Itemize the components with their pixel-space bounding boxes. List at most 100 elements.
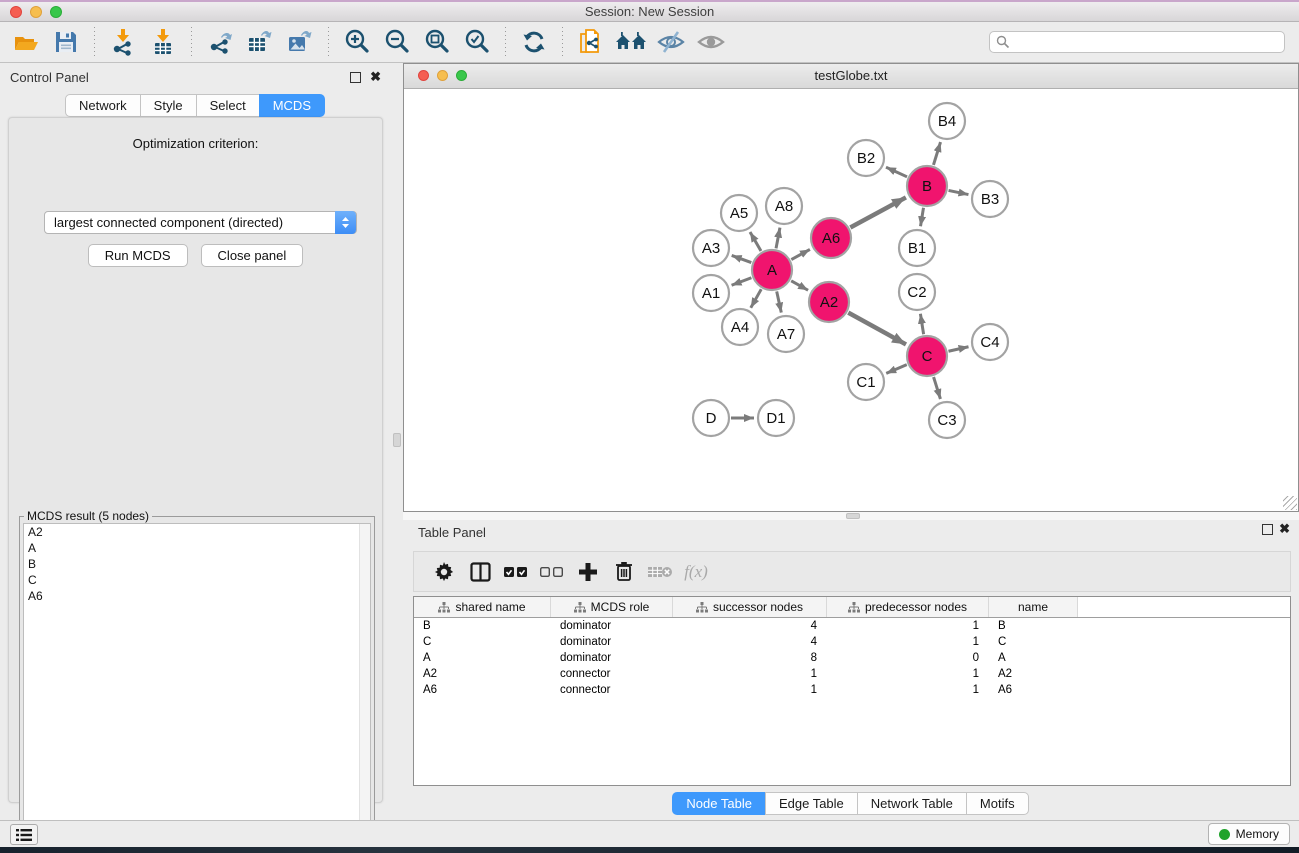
table-cell[interactable]: 1	[673, 668, 827, 680]
node-table[interactable]: shared name MCDS role successor nodes	[413, 596, 1291, 786]
graph-node-A1[interactable]: A1	[693, 275, 729, 311]
run-mcds-button[interactable]: Run MCDS	[88, 244, 188, 267]
table-row[interactable]: A2connector11A2	[414, 666, 1290, 682]
table-cell[interactable]: dominator	[551, 636, 673, 648]
graph-node-B1[interactable]: B1	[899, 230, 935, 266]
network-graph[interactable]: B4B2BB3A8A5A6B1A3AC2A1A2A4A7C4CC1C3DD1	[404, 89, 1298, 511]
result-item[interactable]: C	[24, 572, 370, 588]
graph-edge[interactable]	[777, 291, 782, 312]
graph-node-C1[interactable]: C1	[848, 364, 884, 400]
table-cell[interactable]: A	[414, 652, 551, 664]
result-item[interactable]: A2	[24, 524, 370, 540]
graph-edge[interactable]	[732, 255, 752, 262]
table-cell[interactable]: dominator	[551, 620, 673, 632]
optimization-criterion-select[interactable]: largest connected component (directed)	[44, 211, 357, 234]
result-scrollbar[interactable]	[359, 524, 370, 847]
tab-select[interactable]: Select	[196, 94, 260, 117]
function-builder-button[interactable]: f(x)	[678, 555, 714, 589]
table-cell[interactable]: A6	[414, 684, 551, 696]
network-window-titlebar[interactable]: testGlobe.txt	[404, 64, 1298, 89]
table-cell[interactable]: 8	[673, 652, 827, 664]
graph-node-C4[interactable]: C4	[972, 324, 1008, 360]
close-table-panel-icon[interactable]: ✖	[1279, 521, 1290, 537]
window-resize-grip[interactable]	[1283, 496, 1297, 510]
graph-edge[interactable]	[850, 197, 906, 227]
table-cell[interactable]: 4	[673, 620, 827, 632]
graph-node-B4[interactable]: B4	[929, 103, 965, 139]
tab-edge-table[interactable]: Edge Table	[765, 792, 858, 815]
graph-node-C3[interactable]: C3	[929, 402, 965, 438]
float-table-panel-icon[interactable]	[1262, 524, 1273, 535]
delete-columns-button[interactable]	[606, 555, 642, 589]
select-all-checkboxes-button[interactable]	[498, 555, 534, 589]
search-input[interactable]	[989, 31, 1285, 53]
tab-node-table[interactable]: Node Table	[672, 792, 766, 815]
table-cell[interactable]: connector	[551, 684, 673, 696]
float-panel-icon[interactable]	[350, 72, 361, 83]
tab-mcds[interactable]: MCDS	[259, 94, 325, 117]
graph-node-B2[interactable]: B2	[848, 140, 884, 176]
graph-node-A2[interactable]: A2	[809, 282, 849, 322]
graph-edge[interactable]	[921, 208, 924, 227]
graph-node-A4[interactable]: A4	[722, 309, 758, 345]
table-cell[interactable]: B	[989, 620, 1078, 632]
column-header-predecessor-nodes[interactable]: predecessor nodes	[827, 597, 989, 617]
graph-node-C2[interactable]: C2	[899, 274, 935, 310]
graph-node-D[interactable]: D	[693, 400, 729, 436]
table-row[interactable]: Adominator80A	[414, 650, 1290, 666]
graph-node-A3[interactable]: A3	[693, 230, 729, 266]
show-hidden-button[interactable]	[694, 25, 728, 59]
horizontal-splitter-handle[interactable]	[846, 513, 860, 519]
zoom-in-button[interactable]	[340, 25, 374, 59]
horizontal-splitter[interactable]	[403, 512, 1299, 520]
graph-edge[interactable]	[920, 314, 923, 335]
task-history-button[interactable]	[10, 824, 38, 845]
import-network-button[interactable]	[106, 25, 140, 59]
result-item[interactable]: A6	[24, 588, 370, 604]
home-layout-button[interactable]	[614, 25, 648, 59]
table-cell[interactable]: 1	[827, 636, 989, 648]
refresh-button[interactable]	[517, 25, 551, 59]
graph-edge[interactable]	[750, 232, 761, 251]
zoom-out-button[interactable]	[380, 25, 414, 59]
close-panel-icon[interactable]: ✖	[370, 69, 381, 85]
split-columns-button[interactable]	[462, 555, 498, 589]
tab-network-table[interactable]: Network Table	[857, 792, 967, 815]
close-panel-button[interactable]: Close panel	[201, 244, 304, 267]
graph-edge[interactable]	[791, 249, 810, 259]
table-cell[interactable]: 0	[827, 652, 989, 664]
zoom-fit-button[interactable]	[420, 25, 454, 59]
tab-style[interactable]: Style	[140, 94, 197, 117]
deselect-all-checkboxes-button[interactable]	[534, 555, 570, 589]
table-cell[interactable]: C	[414, 636, 551, 648]
table-row[interactable]: A6connector11A6	[414, 682, 1290, 698]
graph-edge[interactable]	[949, 190, 969, 194]
zoom-selected-button[interactable]	[460, 25, 494, 59]
save-session-button[interactable]	[49, 25, 83, 59]
table-cell[interactable]: A2	[414, 668, 551, 680]
tab-motifs[interactable]: Motifs	[966, 792, 1029, 815]
vertical-splitter-handle[interactable]	[393, 433, 401, 447]
graph-node-A7[interactable]: A7	[768, 316, 804, 352]
graph-edge[interactable]	[848, 313, 906, 345]
graph-node-B3[interactable]: B3	[972, 181, 1008, 217]
graph-node-A5[interactable]: A5	[721, 195, 757, 231]
graph-edge[interactable]	[732, 278, 752, 285]
column-header-name[interactable]: name	[989, 597, 1078, 617]
column-header-shared-name[interactable]: shared name	[414, 597, 551, 617]
vertical-splitter[interactable]	[391, 63, 403, 820]
graph-node-A8[interactable]: A8	[766, 188, 802, 224]
network-zoom-button[interactable]	[456, 70, 467, 81]
close-window-button[interactable]	[10, 6, 22, 18]
table-cell[interactable]: A2	[989, 668, 1078, 680]
graph-node-D1[interactable]: D1	[758, 400, 794, 436]
table-cell[interactable]: 1	[827, 684, 989, 696]
table-cell[interactable]: 4	[673, 636, 827, 648]
table-cell[interactable]: C	[989, 636, 1078, 648]
network-close-button[interactable]	[418, 70, 429, 81]
result-item[interactable]: B	[24, 556, 370, 572]
export-table-button[interactable]	[243, 25, 277, 59]
graph-node-B[interactable]: B	[907, 166, 947, 206]
app-titlebar[interactable]: Session: New Session	[0, 0, 1299, 22]
network-minimize-button[interactable]	[437, 70, 448, 81]
